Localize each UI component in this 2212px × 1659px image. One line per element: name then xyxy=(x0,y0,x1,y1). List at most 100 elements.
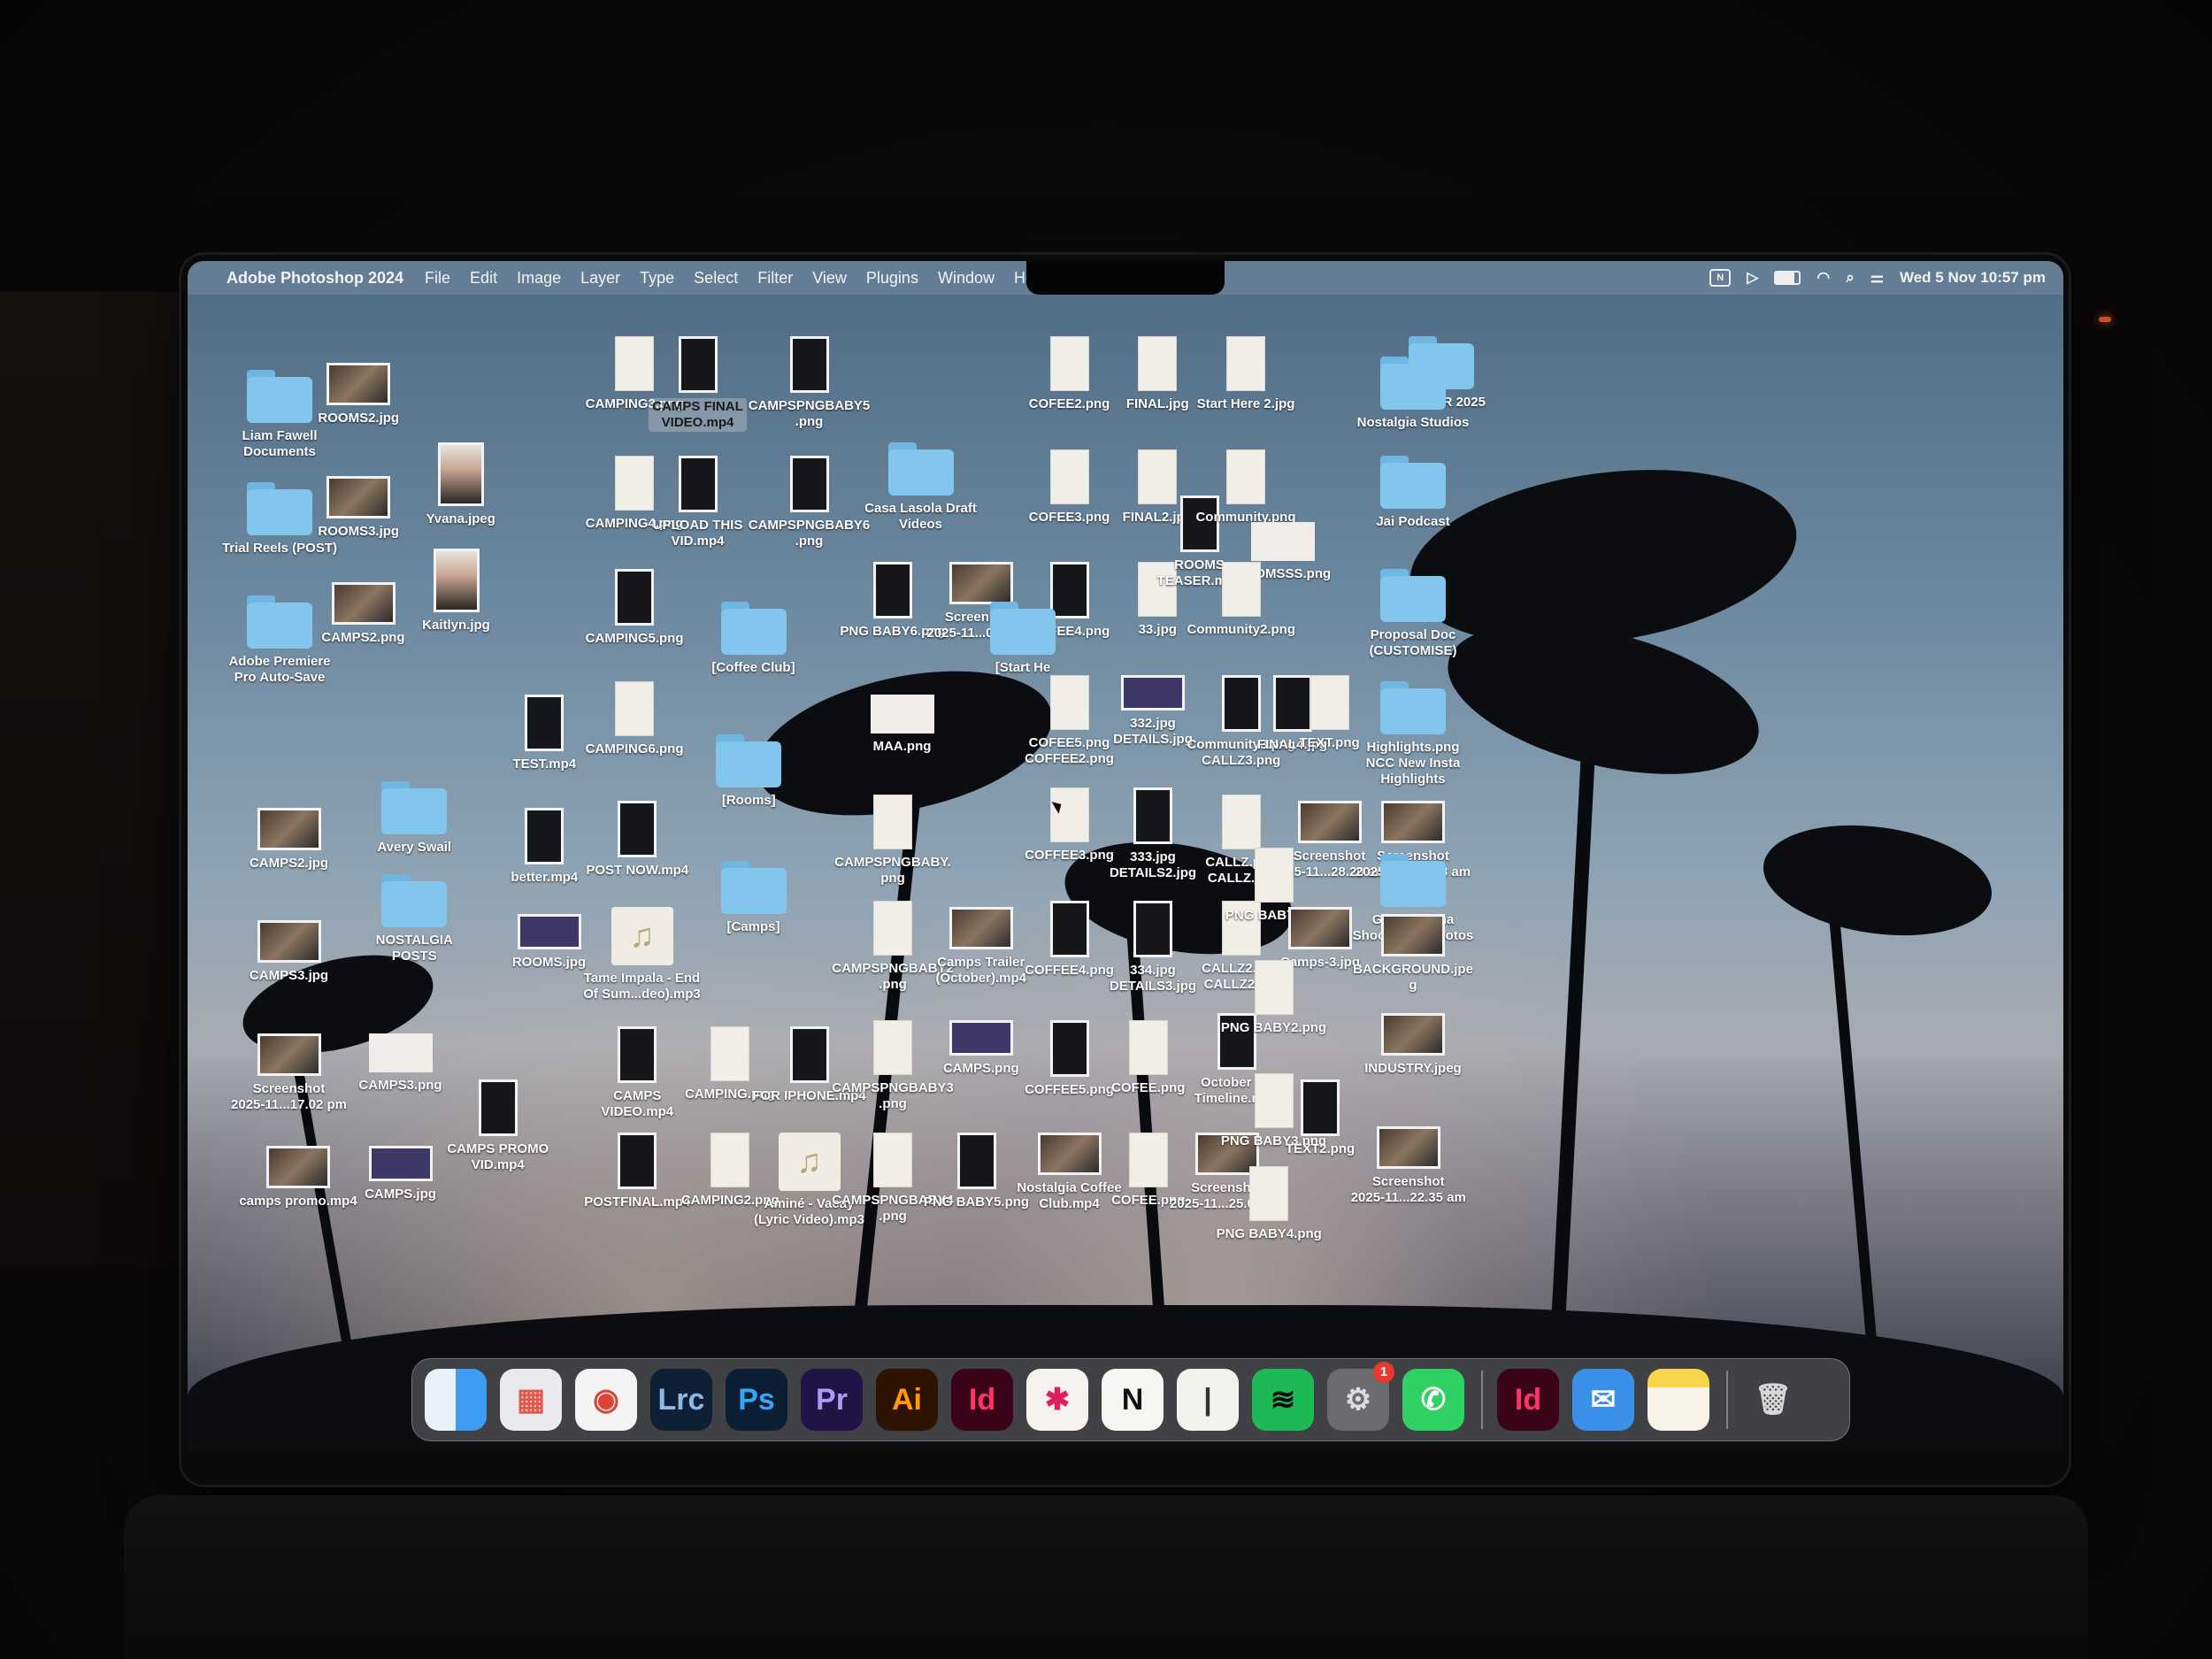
desktop-item-post-now-mp4[interactable]: POST NOW.mp4 xyxy=(571,801,703,879)
desktop-item-avery-swail[interactable]: Avery Swail xyxy=(348,780,480,856)
menu-filter[interactable]: Filter xyxy=(757,269,793,288)
desktop-item-png-baby4-png[interactable]: PNG BABY4.png xyxy=(1202,1165,1335,1242)
desktop-item-campspngbaby5-png[interactable]: CAMPSPNGBABY5 .png xyxy=(743,336,876,430)
doc-thumbnail-icon xyxy=(1049,787,1089,842)
doc-thumbnail-icon xyxy=(1226,336,1265,391)
doc-thumbnail-icon xyxy=(873,1133,912,1187)
dark-thumbnail-icon xyxy=(789,456,829,512)
desktop-item-camping6-png[interactable]: CAMPING6.png xyxy=(568,681,701,757)
desktop-item-campspngbaby-png[interactable]: CAMPSPNGBABY. png xyxy=(826,794,959,887)
slack-icon[interactable]: ✱ xyxy=(1026,1369,1088,1431)
desktop-item-yvana-jpeg[interactable]: Yvana.jpeg xyxy=(395,442,527,527)
indesign-icon[interactable]: Id xyxy=(951,1369,1013,1431)
premiere-pro-icon[interactable]: Pr xyxy=(801,1369,863,1431)
desktop-item-label: CAMPS PROMO VID.mp4 xyxy=(447,1141,549,1172)
spotify-icon[interactable]: ≋ xyxy=(1252,1369,1314,1431)
desktop-item-community-png[interactable]: Community.png xyxy=(1179,449,1312,526)
desktop-item-label: POST NOW.mp4 xyxy=(586,863,689,878)
menu-window[interactable]: Window xyxy=(938,269,995,288)
doc-thumbnail-icon xyxy=(1049,449,1089,504)
notion-icon[interactable]: N xyxy=(1102,1369,1164,1431)
doc-thumbnail-icon xyxy=(1221,794,1261,849)
menu-image[interactable]: Image xyxy=(517,269,561,288)
system-settings-icon[interactable]: ⚙ 1 xyxy=(1327,1362,1394,1431)
desktop-item-start-he[interactable]: [Start He xyxy=(956,602,1089,676)
lightroom-classic-icon[interactable]: Lrc xyxy=(650,1369,712,1431)
dark-thumbnail-icon xyxy=(615,568,655,626)
desktop-item-maa-png[interactable]: MAA.png xyxy=(836,695,969,755)
play-icon[interactable]: ▷ xyxy=(1747,269,1758,287)
photo-thumbnail-icon xyxy=(1288,907,1352,949)
menu-select[interactable]: Select xyxy=(694,269,738,288)
desktop-item-label: Casa Lasola Draft Videos xyxy=(864,501,977,532)
notion-status-icon[interactable]: N xyxy=(1709,269,1732,287)
dark-thumbnail-icon xyxy=(1133,900,1172,957)
battery-icon[interactable] xyxy=(1774,271,1801,285)
menu-file[interactable]: File xyxy=(425,269,450,288)
desktop-item-camps2-jpg[interactable]: CAMPS2.jpg xyxy=(223,807,356,872)
desktop-item-nostalgia-posts[interactable]: NOSTALGIA POSTS xyxy=(348,873,480,964)
desktop-item-kaitlyn-jpg[interactable]: Kaitlyn.jpg xyxy=(390,549,523,634)
folder-icon xyxy=(1380,456,1446,509)
desktop-item-camps3-jpg[interactable]: CAMPS3.jpg xyxy=(223,920,356,984)
desktop-item-casa-lasola-draft-videos[interactable]: Casa Lasola Draft Videos xyxy=(855,442,987,533)
desktop-item-start-here-2-jpg[interactable]: Start Here 2.jpg xyxy=(1179,336,1312,412)
music-file-icon: ♫ xyxy=(611,907,673,965)
dark-thumbnail-icon xyxy=(1301,1079,1340,1136)
doc-thumbnail-icon xyxy=(1049,336,1089,391)
photo-thumbnail-icon xyxy=(1381,801,1445,843)
menu-plugins[interactable]: Plugins xyxy=(866,269,918,288)
desktop-item-screenshot-2025-11-22-35-am[interactable]: Screenshot 2025-11...22.35 am xyxy=(1342,1125,1475,1206)
trash-icon[interactable]: 🗑 xyxy=(1742,1369,1804,1431)
doc-thumbnail-icon xyxy=(1049,674,1089,730)
desktop-item-label: Jai Podcast xyxy=(1376,514,1450,529)
photoshop-icon[interactable]: Ps xyxy=(726,1369,787,1431)
desktop-item-label: Proposal Doc (CUSTOMISE) xyxy=(1369,626,1457,658)
desktop-item-label: Tame Impala - End Of Sum...deo).mp3 xyxy=(583,971,701,1002)
search-icon[interactable]: ⌕ xyxy=(1846,269,1855,287)
desktop-item-camps-promo-vid-mp4[interactable]: CAMPS PROMO VID.mp4 xyxy=(432,1079,565,1173)
desktop-item-community2-png[interactable]: Community2.png xyxy=(1175,562,1308,638)
whatsapp-icon[interactable]: ✆ xyxy=(1402,1369,1464,1431)
blank-app-icon[interactable]: | xyxy=(1177,1369,1239,1431)
finder-icon[interactable] xyxy=(425,1369,487,1431)
launchpad-icon[interactable]: ▦ xyxy=(500,1369,562,1431)
dark-thumbnail-icon xyxy=(678,456,718,512)
menu-bar: Adobe Photoshop 2024 File Edit Image Lay… xyxy=(188,261,2063,295)
mail-icon[interactable]: ✉ xyxy=(1572,1369,1634,1431)
desktop-item-proposal-doc-customise[interactable]: Proposal Doc (CUSTOMISE) xyxy=(1347,568,1479,659)
photo-thumbnail-icon xyxy=(1381,1013,1445,1056)
desktop-item-jai-podcast[interactable]: Jai Podcast xyxy=(1347,456,1479,530)
chrome-icon[interactable]: ◉ xyxy=(575,1369,637,1431)
indesign-2-icon[interactable]: Id xyxy=(1497,1369,1559,1431)
wifi-icon[interactable]: ◠ xyxy=(1816,269,1830,287)
folder-icon xyxy=(1380,854,1446,907)
desktop-item-png-baby2-png[interactable]: PNG BABY2.png xyxy=(1208,960,1340,1036)
menu-edit[interactable]: Edit xyxy=(470,269,497,288)
menu-layer[interactable]: Layer xyxy=(580,269,620,288)
desktop-item-coffee-club[interactable]: [Coffee Club] xyxy=(687,602,820,676)
clock[interactable]: Wed 5 Nov 10:57 pm xyxy=(1900,269,2046,287)
desktop-item-background-jpe-g[interactable]: BACKGROUND.jpe g xyxy=(1347,913,1479,994)
illustrator-icon[interactable]: Ai xyxy=(876,1369,938,1431)
notes-icon[interactable] xyxy=(1647,1369,1709,1431)
desktop-item-industry-jpeg[interactable]: INDUSTRY.jpeg xyxy=(1347,1013,1479,1077)
desktop-item-label: [Start He xyxy=(995,660,1051,675)
menu-view[interactable]: View xyxy=(812,269,847,288)
control-center-icon[interactable]: ⚌ xyxy=(1870,269,1884,287)
desktop-item-label: MAA.png xyxy=(872,739,932,754)
desktop-item-camps[interactable]: [Camps] xyxy=(687,860,820,935)
desktop-item-label: Avery Swail xyxy=(377,839,452,855)
desktop-item-rooms2-jpg[interactable]: ROOMS2.jpg xyxy=(292,363,425,426)
desktop-item-label: CAMPSPNGBABY5 .png xyxy=(748,398,871,429)
app-name-menu[interactable]: Adobe Photoshop 2024 xyxy=(227,269,403,288)
desktop-item-camping5-png[interactable]: CAMPING5.png xyxy=(568,568,701,647)
desktop-item-label: Screenshot 2025-11...22.35 am xyxy=(1350,1173,1466,1205)
desktop-item-label: [Camps] xyxy=(726,918,780,934)
wide-thumbnail-icon xyxy=(1251,522,1315,561)
doc-thumbnail-icon xyxy=(1128,1019,1168,1075)
desktop-item-nostalgia-studios[interactable]: Nostalgia Studios xyxy=(1347,356,1479,431)
menu-type[interactable]: Type xyxy=(640,269,674,288)
desktop-item-rooms[interactable]: [Rooms] xyxy=(682,734,815,809)
desktop-item-highlights-png-ncc-new-insta-highlights[interactable]: Highlights.png NCC New Insta Highlights xyxy=(1347,681,1479,787)
